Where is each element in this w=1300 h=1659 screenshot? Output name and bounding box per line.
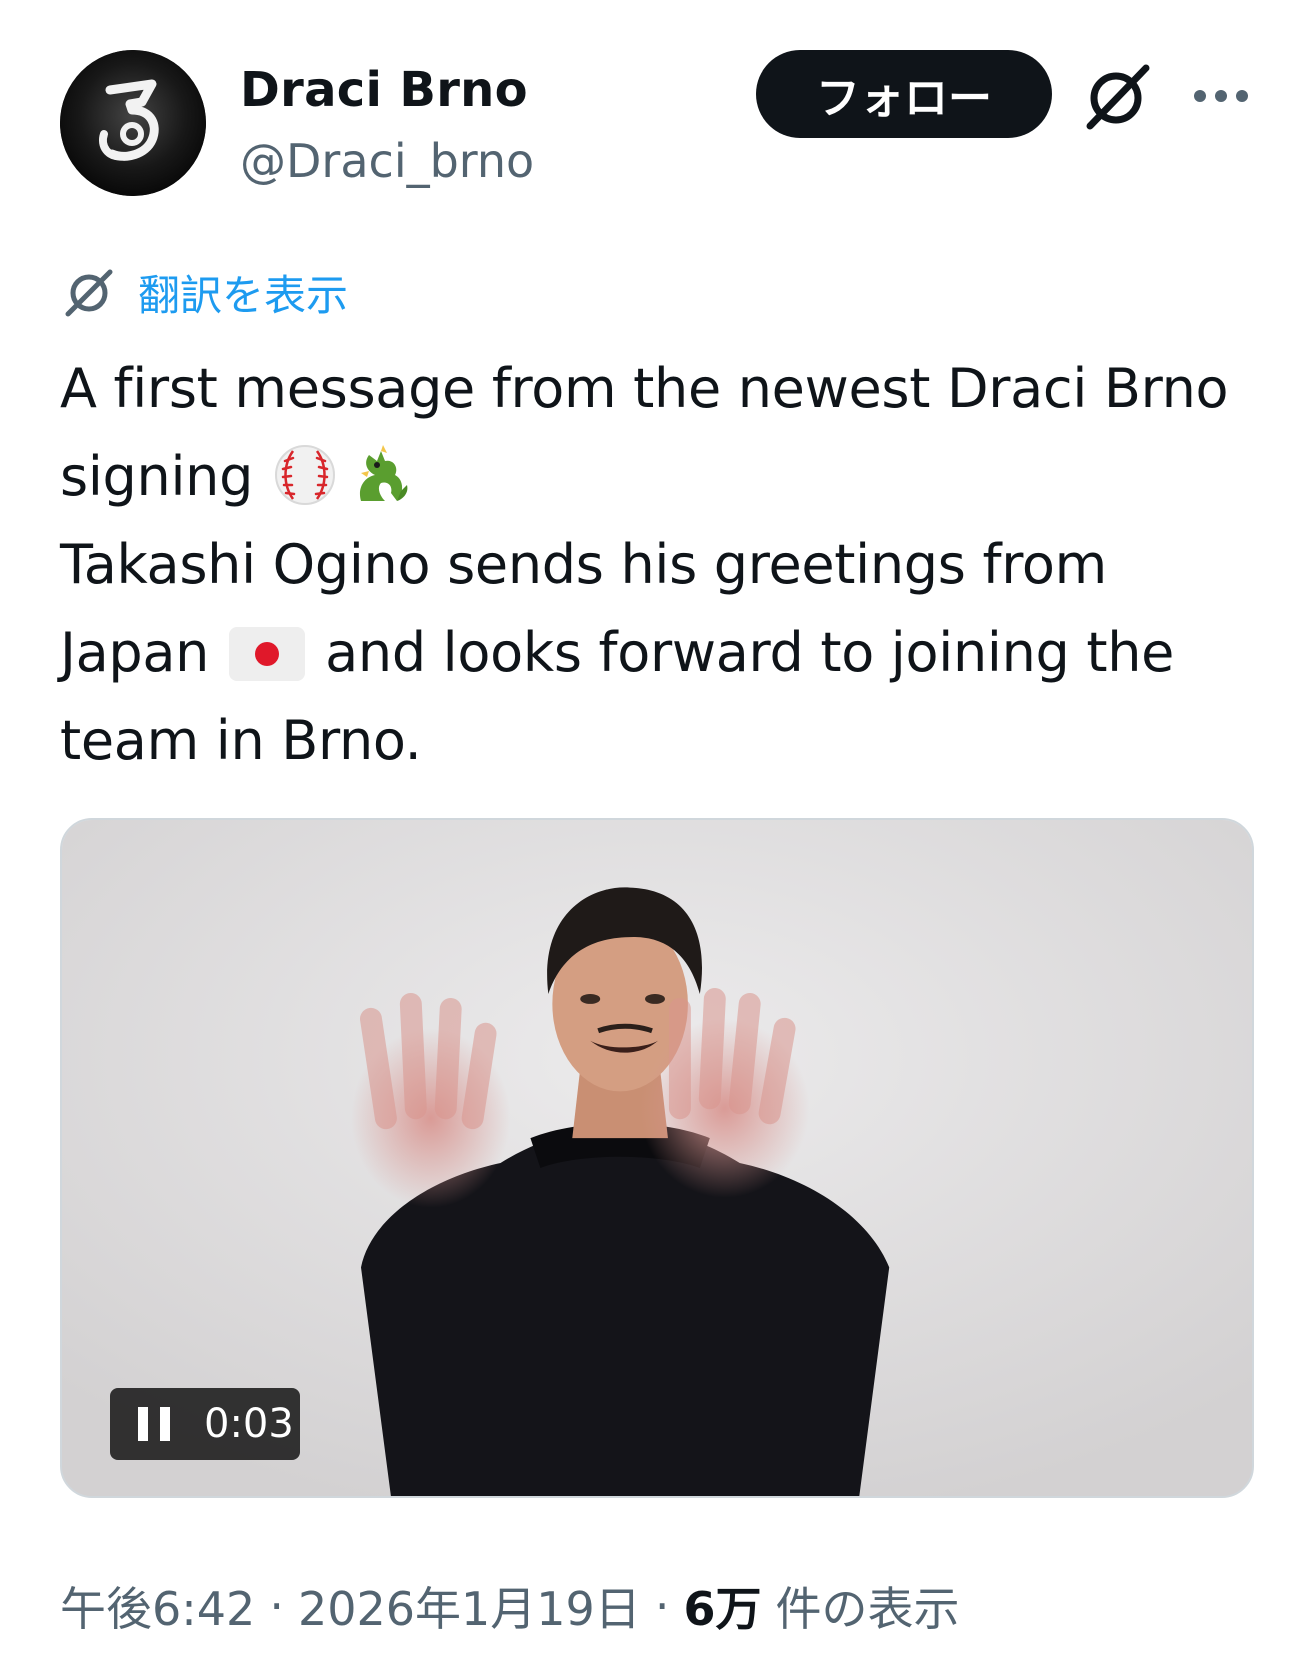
tweet-line: signing <box>60 433 1260 521</box>
meta-separator: · <box>269 1579 284 1633</box>
tweet-line: team in Brno. <box>60 709 422 772</box>
translate-link[interactable]: 翻訳を表示 <box>60 262 348 322</box>
dragon-icon <box>359 445 408 501</box>
translate-label: 翻訳を表示 <box>138 270 349 320</box>
author-handle[interactable]: @Draci_brno <box>240 132 534 190</box>
tweet-line: Takashi Ogino sends his greetings from <box>60 533 1107 596</box>
more-horizontal-icon <box>1194 90 1248 102</box>
follow-button[interactable]: フォロー <box>756 50 1052 138</box>
pause-icon <box>138 1407 170 1441</box>
baseball-icon <box>275 445 336 505</box>
video-player[interactable]: 0:03 <box>60 818 1254 1498</box>
video-play-pause-control[interactable]: 0:03 <box>110 1388 300 1460</box>
grok-button[interactable] <box>1078 56 1158 136</box>
tweet-timestamp[interactable]: 午後6:42 <box>60 1573 255 1639</box>
tweet-text: A first message from the newest Draci Br… <box>60 345 1260 785</box>
grok-translate-icon <box>65 269 113 317</box>
flag-japan-icon <box>229 627 306 681</box>
views-label[interactable]: 件の表示 <box>775 1573 959 1639</box>
views-count[interactable]: 6万 <box>683 1573 761 1639</box>
more-options-button[interactable] <box>1186 66 1256 126</box>
meta-separator: · <box>654 1579 670 1633</box>
tweet-meta: 午後6:42 · 2026年1月19日 · 6万 件の表示 <box>60 1574 959 1638</box>
tweet-line-text: and looks forward to joining the <box>325 621 1175 684</box>
video-elapsed-time: 0:03 <box>204 1401 294 1447</box>
author-display-name[interactable]: Draci Brno <box>240 60 528 120</box>
tweet-line: A first message from the newest Draci Br… <box>60 357 1229 420</box>
author-avatar[interactable] <box>60 50 206 196</box>
tweet-line: Japan and looks forward to joining the <box>60 609 1260 697</box>
tweet-line-text: signing <box>60 445 254 508</box>
tweet-line-text: Japan <box>60 621 210 684</box>
draci-brno-logo-icon <box>60 50 206 196</box>
grok-icon <box>1086 64 1150 130</box>
tweet-date[interactable]: 2026年1月19日 <box>298 1573 641 1639</box>
